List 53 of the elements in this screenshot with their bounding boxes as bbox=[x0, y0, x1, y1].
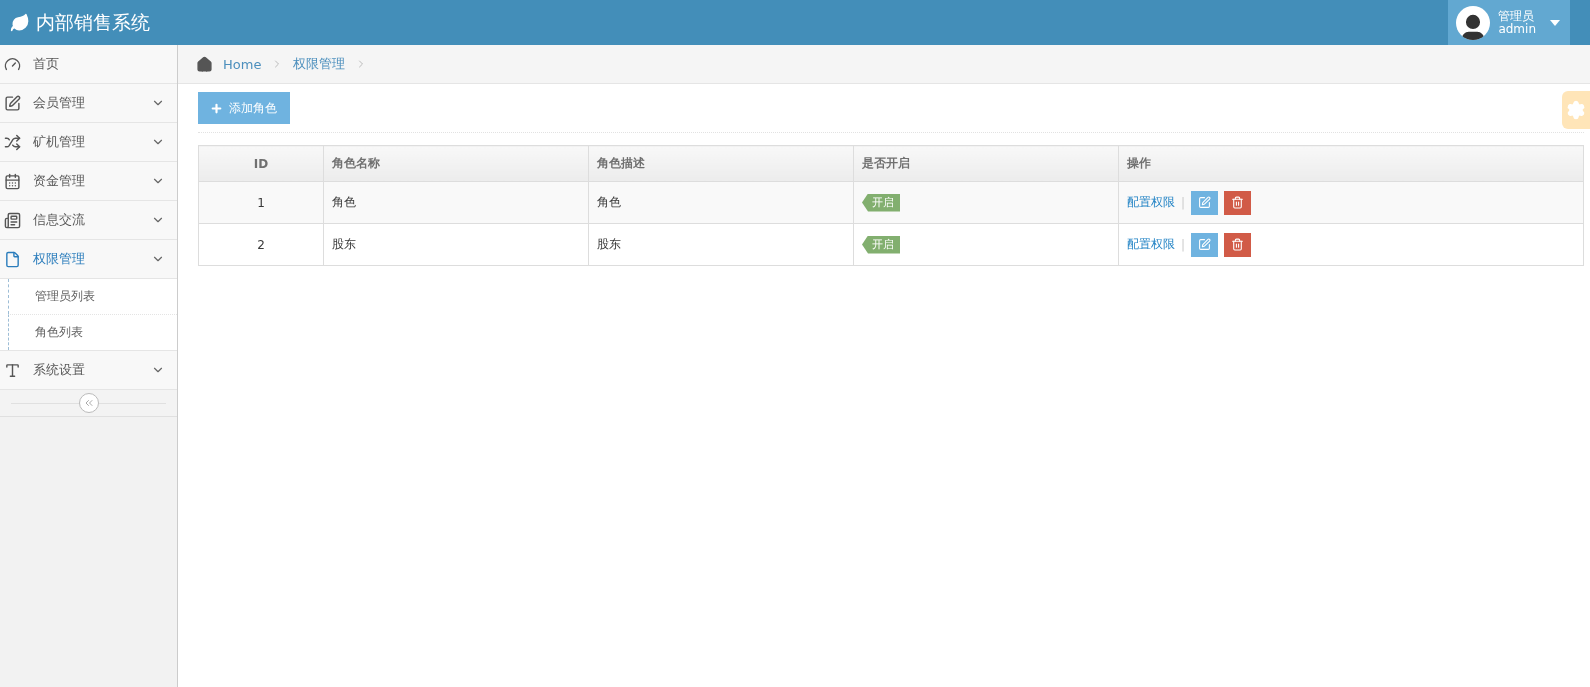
user-role: 管理员 bbox=[1498, 9, 1536, 23]
edit-button[interactable] bbox=[1191, 190, 1219, 215]
table-cell: 角色 bbox=[323, 181, 589, 224]
edit-icon bbox=[1198, 238, 1212, 251]
table-cell: 股东 bbox=[323, 223, 589, 266]
text-icon bbox=[4, 361, 21, 379]
delete-button[interactable] bbox=[1224, 190, 1252, 215]
configure-permissions-link[interactable]: 配置权限 bbox=[1127, 236, 1175, 253]
plus-icon bbox=[210, 101, 223, 115]
edit-icon bbox=[1198, 196, 1212, 209]
table-cell: 股东 bbox=[588, 223, 854, 266]
file-icon bbox=[4, 250, 21, 268]
sidebar-item[interactable]: 系统设置 bbox=[0, 351, 177, 390]
edit-icon bbox=[4, 94, 21, 112]
sidebar-item[interactable]: 首页 bbox=[0, 45, 177, 84]
status-tag: 开启 bbox=[862, 235, 900, 254]
column-header: 角色描述 bbox=[588, 145, 854, 182]
settings-icon bbox=[1566, 100, 1586, 120]
breadcrumb-link[interactable]: 权限管理 bbox=[293, 55, 346, 73]
home-icon bbox=[196, 55, 213, 73]
sidebar-item[interactable]: 资金管理 bbox=[0, 162, 177, 201]
column-header: 操作 bbox=[1118, 145, 1584, 182]
sidebar-item[interactable]: 信息交流 bbox=[0, 201, 177, 240]
trash-icon bbox=[1231, 238, 1245, 251]
sidebar-item[interactable]: 权限管理 bbox=[0, 240, 177, 279]
delete-button[interactable] bbox=[1224, 232, 1252, 257]
user-name: admin bbox=[1498, 22, 1536, 36]
configure-permissions-link[interactable]: 配置权限 bbox=[1127, 194, 1175, 211]
app-title: 内部销售系统 bbox=[36, 9, 150, 35]
status-tag: 开启 bbox=[862, 193, 900, 212]
calendar-icon bbox=[4, 172, 21, 190]
list-icon bbox=[4, 211, 21, 229]
table-cell: 角色 bbox=[588, 181, 854, 224]
collapse-button[interactable] bbox=[78, 393, 99, 413]
shuffle-icon bbox=[4, 133, 21, 151]
submenu-item[interactable]: 管理员列表 bbox=[8, 279, 177, 314]
table-cell: 1 bbox=[198, 181, 324, 224]
edit-button[interactable] bbox=[1191, 232, 1219, 257]
leaf-icon bbox=[10, 12, 30, 33]
dashboard-icon bbox=[4, 55, 21, 73]
caret-icon bbox=[1550, 19, 1560, 26]
avatar-icon bbox=[1456, 5, 1491, 40]
column-header: 是否开启 bbox=[853, 145, 1119, 182]
column-header: ID bbox=[198, 145, 324, 182]
settings-button[interactable] bbox=[1562, 91, 1590, 129]
sidebar-item[interactable]: 矿机管理 bbox=[0, 123, 177, 162]
table-cell: 2 bbox=[198, 223, 324, 266]
trash-icon bbox=[1231, 196, 1245, 209]
sidebar-item[interactable]: 会员管理 bbox=[0, 84, 177, 123]
submenu-item[interactable]: 角色列表 bbox=[8, 314, 177, 350]
separator: | bbox=[1181, 237, 1186, 252]
separator: | bbox=[1181, 195, 1186, 210]
column-header: 角色名称 bbox=[323, 145, 589, 182]
